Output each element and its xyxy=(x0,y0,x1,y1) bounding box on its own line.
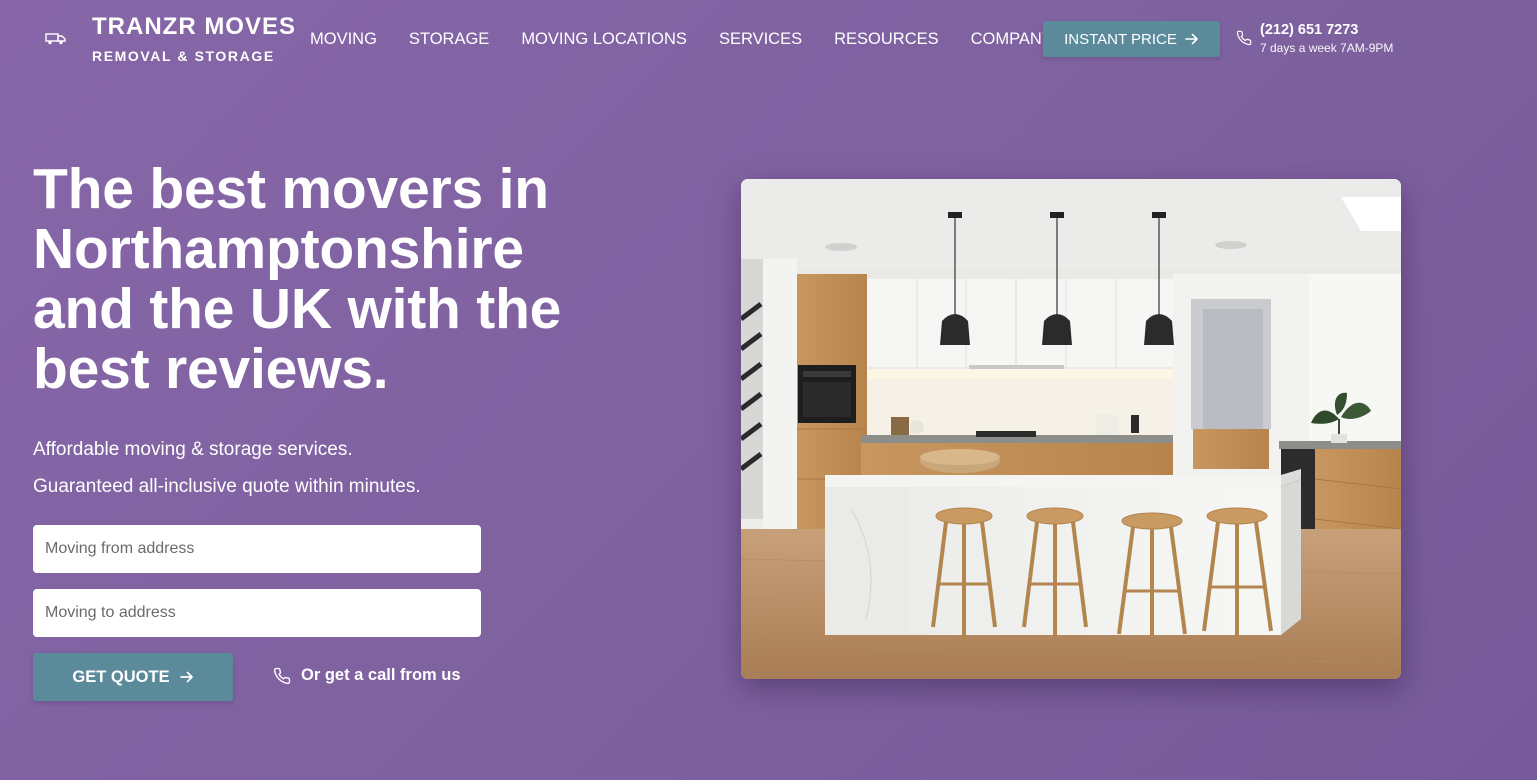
nav-item-storage[interactable]: STORAGE xyxy=(409,29,489,49)
phone-number[interactable]: (212) 651 7273 xyxy=(1260,22,1393,39)
instant-price-label: INSTANT PRICE xyxy=(1064,30,1177,48)
kitchen-interior-photo xyxy=(741,179,1401,679)
brand-name: TRANZR MOVES xyxy=(92,13,296,40)
hero-subtitle-line: Affordable moving & storage services. xyxy=(33,439,353,460)
get-quote-label: GET QUOTE xyxy=(72,667,170,686)
truck-icon[interactable] xyxy=(45,31,67,45)
nav-item-services[interactable]: SERVICES xyxy=(719,29,802,49)
call-me-label: Or get a call from us xyxy=(301,666,461,684)
moving-from-input[interactable] xyxy=(33,525,481,573)
hero-title-line: and the UK with the xyxy=(33,277,562,341)
nav-item-resources[interactable]: RESOURCES xyxy=(834,29,939,49)
hero-title-line: best reviews. xyxy=(33,337,389,401)
hero-subtitle-line: Guaranteed all-inclusive quote within mi… xyxy=(33,476,421,497)
instant-price-button[interactable]: INSTANT PRICE xyxy=(1043,21,1220,57)
hero-title-line: The best movers in xyxy=(33,157,549,221)
arrow-right-icon xyxy=(179,671,193,683)
nav-item-company[interactable]: COMPANY xyxy=(971,29,1053,49)
contact-block: (212) 651 7273 7 days a week 7AM-9PM xyxy=(1260,22,1393,56)
arrow-right-icon xyxy=(1185,33,1198,45)
phone-hours: 7 days a week 7AM-9PM xyxy=(1260,41,1394,55)
phone-icon xyxy=(273,667,291,684)
hero-subtitle: Affordable moving & storage services. Gu… xyxy=(33,431,633,505)
brand-tagline: REMOVAL & STORAGE xyxy=(92,48,275,64)
hero-title-line: Northamptonshire xyxy=(33,217,524,281)
site-header: TRANZR MOVES REMOVAL & STORAGE MOVING ST… xyxy=(0,0,1537,80)
hero-title: The best movers in Northamptonshire and … xyxy=(33,159,673,399)
phone-icon[interactable] xyxy=(1236,30,1252,51)
brand-logo[interactable]: TRANZR MOVES REMOVAL & STORAGE xyxy=(92,13,296,65)
nav-item-moving[interactable]: MOVING xyxy=(310,29,377,49)
get-quote-button[interactable]: GET QUOTE xyxy=(33,653,233,701)
moving-to-input[interactable] xyxy=(33,589,481,637)
nav-item-moving-locations[interactable]: MOVING LOCATIONS xyxy=(521,29,687,49)
main-nav: MOVING STORAGE MOVING LOCATIONS SERVICES… xyxy=(310,29,1085,49)
call-me-link[interactable]: Or get a call from us xyxy=(273,666,461,685)
